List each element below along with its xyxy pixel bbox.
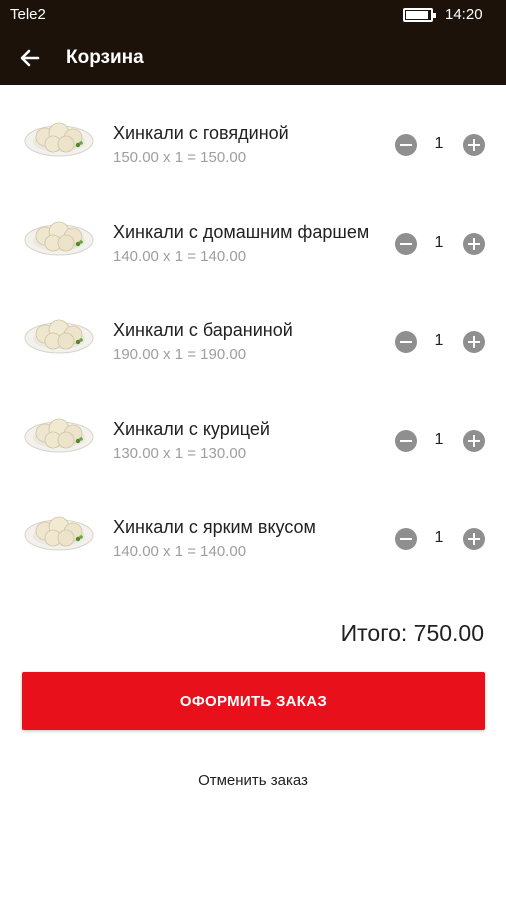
cart-item: Хинкали с ярким вкусом 140.00 х 1 = 140.0… (0, 491, 506, 590)
increase-quantity-button[interactable] (463, 331, 485, 353)
decrease-quantity-button[interactable] (395, 331, 417, 353)
decrease-quantity-button[interactable] (395, 232, 417, 255)
decrease-quantity-button[interactable] (395, 134, 417, 156)
item-quantity: 1 (434, 529, 444, 546)
battery-icon (403, 8, 436, 22)
cancel-order-button[interactable]: Отменить заказ (0, 772, 506, 789)
status-time: 14:20 (445, 6, 483, 23)
item-price-line: 190.00 х 1 = 190.00 (113, 346, 247, 363)
arrow-left-icon[interactable] (16, 44, 44, 72)
carrier-name: Tele2 (10, 6, 46, 23)
cart-list: Хинкали с говядиной 150.00 х 1 = 150.00 1 Х… (0, 97, 506, 590)
increase-quantity-button[interactable] (463, 528, 485, 550)
place-order-button[interactable]: ОФОРМИТЬ ЗАКАЗ (22, 672, 485, 730)
cart-item: Хинкали с бараниной 190.00 х 1 = 190.00 1 (0, 294, 506, 393)
item-quantity: 1 (434, 135, 444, 152)
item-price-line: 150.00 х 1 = 150.00 (113, 149, 247, 166)
product-image (23, 113, 95, 159)
increase-quantity-button[interactable] (463, 232, 485, 255)
item-price-line: 140.00 х 1 = 140.00 (113, 543, 247, 560)
item-name: Хинкали с домашним фаршем (113, 221, 370, 242)
increase-quantity-button[interactable] (463, 134, 485, 156)
cart-item: Хинкали с говядиной 150.00 х 1 = 150.00 1 (0, 97, 506, 196)
item-name: Хинкали с говядиной (113, 123, 289, 143)
item-quantity: 1 (434, 430, 444, 448)
toolbar: Корзина (0, 31, 506, 85)
status-bar: Tele2 14:20 (0, 0, 506, 31)
product-image (23, 310, 95, 356)
product-image (23, 212, 95, 258)
item-quantity: 1 (434, 332, 444, 349)
product-image (23, 507, 95, 553)
item-name: Хинкали с ярким вкусом (113, 517, 316, 537)
item-name: Хинкали с курицей (113, 418, 270, 439)
item-price-line: 140.00 х 1 = 140.00 (113, 247, 247, 265)
order-total: Итого: 750.00 (340, 620, 484, 646)
cart-item: Хинкали с курицей 130.00 х 1 = 130.00 1 (0, 393, 506, 492)
decrease-quantity-button[interactable] (395, 528, 417, 550)
item-name: Хинкали с бараниной (113, 320, 293, 340)
product-image (23, 409, 95, 455)
cart-item: Хинкали с домашним фаршем 140.00 х 1 = 14… (0, 196, 506, 295)
item-price-line: 130.00 х 1 = 130.00 (113, 444, 247, 462)
decrease-quantity-button[interactable] (395, 429, 417, 452)
page-title: Корзина (66, 47, 144, 68)
item-quantity: 1 (434, 233, 444, 251)
increase-quantity-button[interactable] (463, 429, 485, 452)
